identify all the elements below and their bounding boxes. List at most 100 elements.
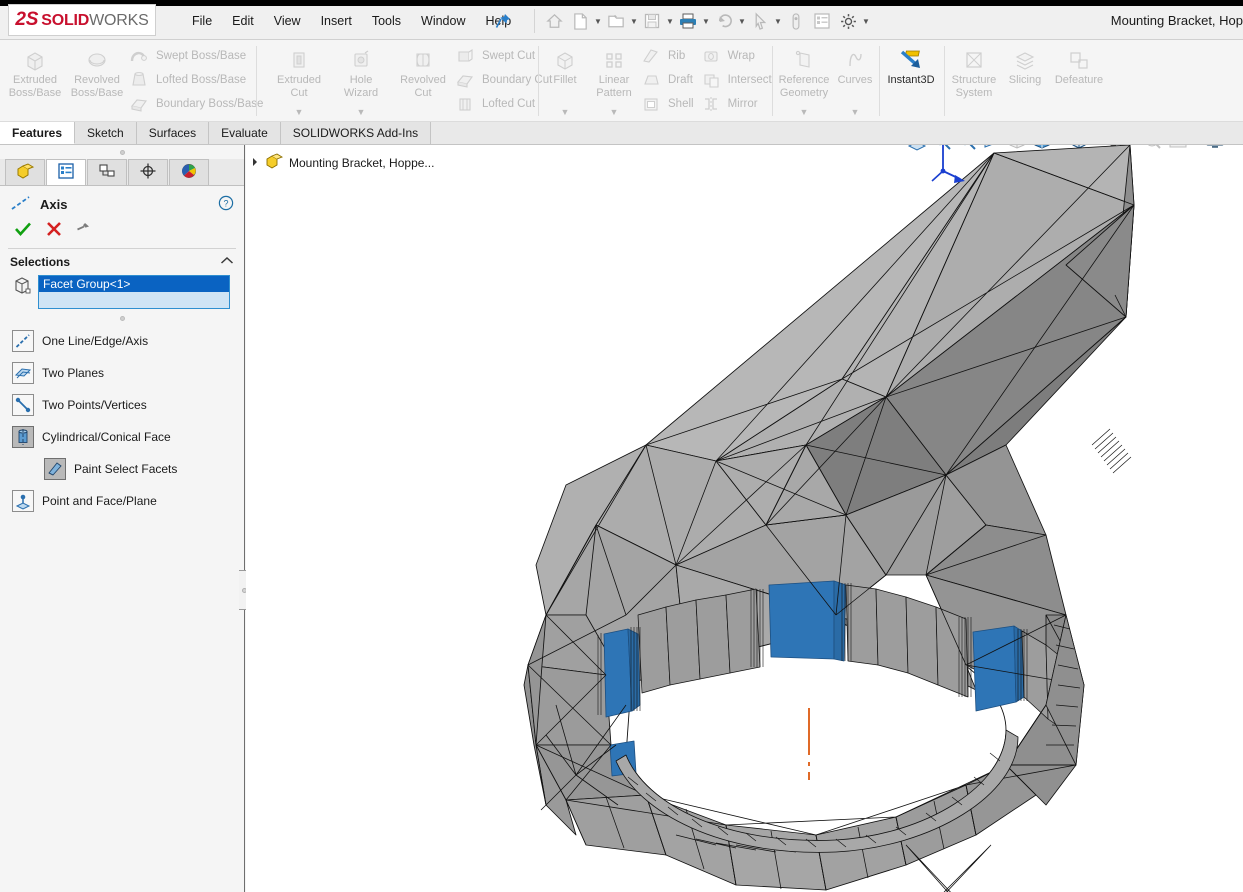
open-caret[interactable]: ▼ (629, 9, 639, 33)
extruded-cut-caret[interactable]: ▼ (268, 107, 330, 117)
instant3d-button[interactable]: Instant3D (882, 40, 940, 87)
tab-features[interactable]: Features (0, 122, 76, 144)
defeature-button[interactable]: Defeature (1050, 40, 1108, 87)
options-caret[interactable]: ▼ (861, 9, 871, 33)
rib-button[interactable]: Rib (640, 45, 700, 67)
mirror-button[interactable]: Mirror (700, 93, 778, 115)
hole-wizard-caret[interactable]: ▼ (330, 107, 392, 117)
linear-pattern-caret[interactable]: ▼ (588, 107, 640, 117)
open-button[interactable] (603, 9, 629, 33)
rebuild-button[interactable] (783, 9, 809, 33)
menu-tools[interactable]: Tools (362, 12, 411, 30)
file-properties-button[interactable] (809, 9, 835, 33)
structure-system-button[interactable]: Structure System (948, 40, 1000, 99)
reference-geometry-button[interactable]: Reference Geometry ▼ (776, 40, 832, 117)
shell-button[interactable]: Shell (640, 93, 700, 115)
home-button[interactable] (541, 9, 567, 33)
menu-edit[interactable]: Edit (222, 12, 264, 30)
green-check-icon[interactable] (14, 221, 32, 240)
structure-system-label-1: Structure (951, 74, 997, 86)
configuration-manager-tab[interactable] (87, 159, 127, 185)
swept-cut-label: Swept Cut (482, 50, 536, 62)
linear-pattern-button[interactable]: Linear Pattern ▼ (588, 40, 640, 117)
fillet-caret[interactable]: ▼ (542, 107, 588, 117)
linear-pattern-icon (601, 46, 627, 74)
pin-icon[interactable] (494, 12, 512, 30)
dimxpert-manager-tab[interactable] (128, 159, 168, 185)
logo-works-text: WORKS (89, 12, 149, 29)
window-top-strip (0, 0, 1243, 6)
feature-manager-tab[interactable] (5, 159, 45, 185)
red-x-icon[interactable] (46, 221, 62, 240)
selection-empty-row[interactable] (39, 292, 229, 308)
undo-caret[interactable]: ▼ (737, 9, 747, 33)
svg-text:?: ? (223, 199, 228, 209)
wrap-button[interactable]: Wrap (700, 45, 778, 67)
menu-insert[interactable]: Insert (311, 12, 362, 30)
option-cylindrical-conical-face[interactable]: Cylindrical/Conical Face (0, 421, 244, 453)
tab-evaluate[interactable]: Evaluate (209, 122, 281, 144)
extruded-cut-label-1: Extruded (276, 74, 322, 86)
faceted-mesh-model[interactable] (246, 145, 1243, 892)
display-manager-tab[interactable] (169, 159, 209, 185)
new-document-caret[interactable]: ▼ (593, 9, 603, 33)
print-button[interactable] (675, 9, 701, 33)
selections-section-header[interactable]: Selections (0, 249, 244, 273)
tab-sketch[interactable]: Sketch (75, 122, 137, 144)
quick-access-toolbar: ▼ ▼ ▼ ▼ ▼ ▼ ▼ (528, 8, 871, 34)
tab-surfaces[interactable]: Surfaces (136, 122, 210, 144)
panel-drag-handle[interactable] (0, 145, 244, 159)
reference-geometry-icon (791, 46, 817, 74)
save-button[interactable] (639, 9, 665, 33)
menu-bar: File Edit View Insert Tools Window Help (182, 12, 521, 30)
fillet-label: Fillet (553, 74, 577, 86)
menu-view[interactable]: View (264, 12, 311, 30)
draft-button[interactable]: Draft (640, 69, 700, 91)
option-one-line-edge-axis[interactable]: One Line/Edge/Axis (0, 325, 244, 357)
save-caret[interactable]: ▼ (665, 9, 675, 33)
gear-icon[interactable] (835, 9, 861, 33)
misc-group: Structure System Slicing Defeature (948, 40, 1108, 122)
extruded-boss-icon (22, 46, 48, 74)
menu-window[interactable]: Window (411, 12, 475, 30)
tab-solidworks-add-ins[interactable]: SOLIDWORKS Add-Ins (280, 122, 432, 144)
ribbon-separator-4 (879, 46, 880, 116)
selection-item-facet-group[interactable]: Facet Group<1> (39, 276, 229, 292)
option-paint-select-facets[interactable]: Paint Select Facets (0, 453, 244, 485)
swept-boss-base-button[interactable]: Swept Boss/Base (128, 45, 269, 67)
fillet-button[interactable]: Fillet ▼ (542, 40, 588, 117)
reference-geometry-caret[interactable]: ▼ (776, 107, 832, 117)
slicing-button[interactable]: Slicing (1000, 40, 1050, 87)
structure-system-label-2: System (955, 86, 993, 99)
selection-listbox[interactable]: Facet Group<1> (38, 275, 230, 309)
hole-wizard-button[interactable]: Hole Wizard ▼ (330, 40, 392, 117)
option-two-points-vertices[interactable]: Two Points/Vertices (0, 389, 244, 421)
chevron-up-icon[interactable] (220, 256, 234, 268)
selections-label: Selections (10, 255, 71, 269)
intersect-button[interactable]: Intersect (700, 69, 778, 91)
boundary-boss-base-button[interactable]: Boundary Boss/Base (128, 93, 269, 115)
graphics-viewport[interactable]: Mounting Bracket, Hoppe... ▼ (246, 145, 1243, 892)
menu-file[interactable]: File (182, 12, 222, 30)
undo-button[interactable] (711, 9, 737, 33)
help-question-icon[interactable]: ? (218, 195, 234, 214)
extruded-cut-button[interactable]: Extruded Cut ▼ (268, 40, 330, 117)
option-two-planes[interactable]: Two Planes (0, 357, 244, 389)
lofted-boss-base-button[interactable]: Lofted Boss/Base (128, 69, 269, 91)
selection-resize-handle[interactable] (0, 311, 244, 325)
extruded-cut-icon (286, 46, 312, 74)
revolved-cut-label-1: Revolved (400, 74, 446, 86)
property-manager-tab[interactable] (46, 159, 86, 185)
new-document-button[interactable] (567, 9, 593, 33)
extruded-boss-base-button[interactable]: Extruded Boss/Base (4, 40, 66, 99)
select-caret[interactable]: ▼ (773, 9, 783, 33)
pushpin-icon[interactable] (76, 221, 93, 240)
revolved-boss-base-button[interactable]: Revolved Boss/Base (66, 40, 128, 99)
revolved-cut-button[interactable]: Revolved Cut (392, 40, 454, 99)
curves-button[interactable]: Curves ▼ (832, 40, 878, 117)
print-caret[interactable]: ▼ (701, 9, 711, 33)
curves-caret[interactable]: ▼ (832, 107, 878, 117)
option-label-point-and-face-plane: Point and Face/Plane (42, 494, 157, 508)
select-button[interactable] (747, 9, 773, 33)
option-point-and-face-plane[interactable]: Point and Face/Plane (0, 485, 244, 517)
